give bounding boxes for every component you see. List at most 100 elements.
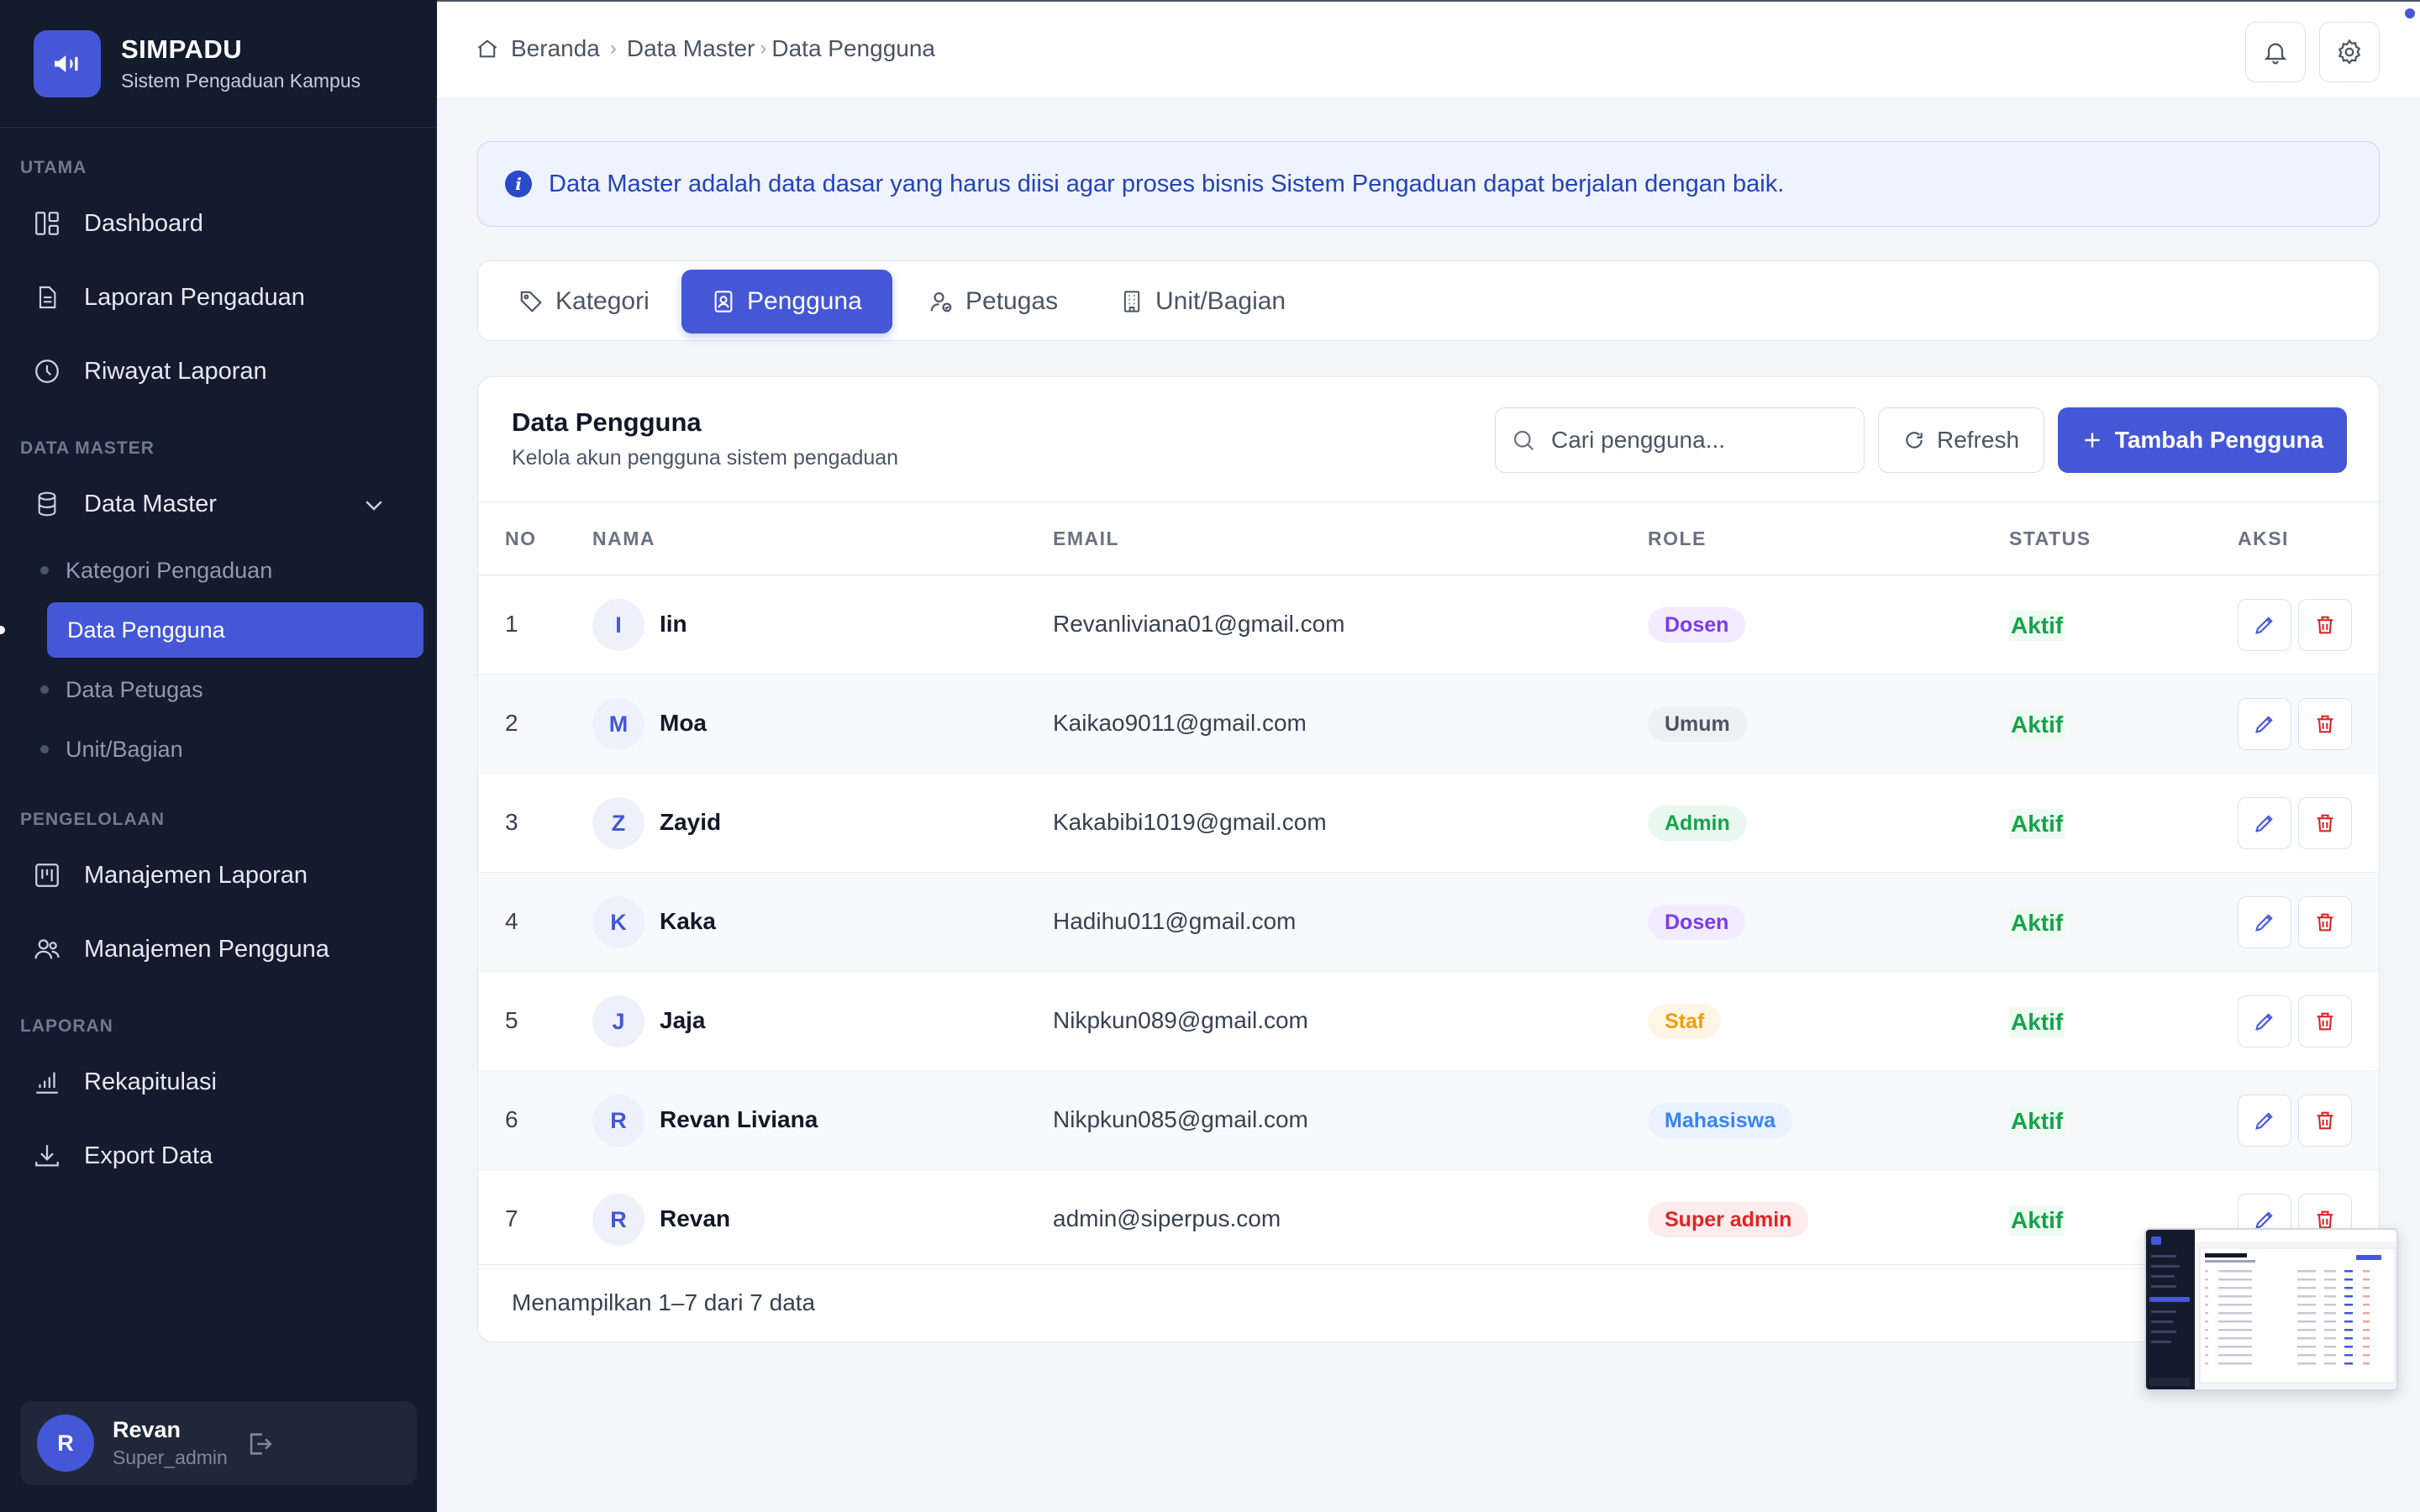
sidebar-subitem-pengguna[interactable]: Data Pengguna [0,602,424,658]
delete-button[interactable] [2298,797,2352,849]
sidebar-item-riwayat-laporan[interactable]: Riwayat Laporan [30,344,417,398]
sidebar-item-manajemen-pengguna[interactable]: Manajemen Pengguna [30,922,417,976]
thumbnail-row-mark [2297,1270,2316,1273]
refresh-button[interactable]: Refresh [1878,407,2044,473]
thumbnail-row-mark [2297,1278,2316,1281]
table-row[interactable]: 2 M Moa Kaikao9011@gmail.com Umum Aktif [478,675,2379,774]
pagination-info: Menampilkan 1–7 dari 7 data [512,1289,816,1315]
sidebar-item-label: Manajemen Laporan [84,861,308,889]
sidebar-item-data-master[interactable]: Data Master [30,477,417,531]
role-badge: Super admin [1648,1202,1809,1237]
section-pengelolaan: PENGELOLAAN [20,810,166,829]
thumbnail-row-mark [2205,1337,2208,1340]
user-name: Revan [660,1205,731,1231]
search-input[interactable] [1551,427,1854,454]
role-badge: Umum [1648,706,1747,742]
table-header: NO NAMA EMAIL ROLE STATUS AKSI [478,501,2379,575]
sidebar-subitem-label: Data Petugas [66,676,203,702]
user-card[interactable]: R Revan Super_admin [20,1401,417,1485]
table-row[interactable]: 5 J Jaja Nikpkun089@gmail.com Staf Aktif [478,972,2379,1071]
thumbnail-row-mark [2324,1329,2336,1331]
search-box[interactable] [1495,407,1865,473]
user-name: Revan [113,1417,182,1442]
delete-button[interactable] [2298,896,2352,948]
user-check-icon [929,289,954,314]
tab-label: Petugas [965,287,1059,315]
edit-button[interactable] [2238,698,2291,750]
tag-icon [518,289,544,314]
delete-button[interactable] [2298,698,2352,750]
table-row[interactable]: 3 Z Zayid Kakabibi1019@gmail.com Admin Aktif [478,774,2379,873]
sidebar-item-export-data[interactable]: Export Data [30,1129,417,1183]
brand[interactable]: SIMPADU Sistem Pengaduan Kampus [0,0,437,128]
pencil-icon [2255,914,2273,932]
sidebar-item-dashboard[interactable]: Dashboard [30,197,417,250]
status-badge: Aktif [2009,908,2065,938]
row-number: 7 [505,1205,518,1231]
table-row[interactable]: 1 I Iin Revanliviana01@gmail.com Dosen Aktif [478,575,2379,675]
thumbnail-row-mark [2205,1270,2208,1273]
sidebar-item-label: Manajemen Pengguna [84,935,329,963]
thumbnail-row-mark [2344,1320,2353,1323]
chevron-down-icon[interactable] [361,492,387,524]
add-user-button[interactable]: Tambah Pengguna [2058,407,2347,473]
kanban-icon [30,858,64,892]
tab-label: Kategori [555,287,650,315]
thumbnail-row-mark [2344,1362,2353,1365]
sidebar-item-manajemen-laporan[interactable]: Manajemen Laporan [30,848,417,902]
delete-button[interactable] [2298,599,2352,651]
tab-pengguna[interactable]: Pengguna [681,270,892,333]
logout-icon[interactable] [245,1430,274,1462]
sidebar-item-rekapitulasi[interactable]: Rekapitulasi [30,1055,417,1109]
role-badge: Mahasiswa [1648,1103,1793,1138]
thumbnail-row-mark [2344,1270,2353,1273]
row-number: 4 [505,908,518,934]
thumbnail-row-mark [2324,1270,2336,1273]
sidebar-subitem-petugas[interactable]: Data Petugas [40,662,424,717]
col-nama: NAMA [592,528,655,549]
user-name: Iin [660,611,687,637]
col-no: NO [505,528,537,549]
user-email: Kaikao9011@gmail.com [1053,710,1307,736]
tab-unit[interactable]: Unit/Bagian [1090,270,1316,333]
table-row[interactable]: 6 R Revan Liviana Nikpkun085@gmail.com Mahas… [478,1071,2379,1170]
delete-button[interactable] [2298,1095,2352,1147]
thumbnail-row-mark [2205,1346,2208,1348]
home-icon[interactable] [476,37,499,60]
screenshot-preview-thumbnail[interactable] [2144,1228,2398,1391]
row-number: 6 [505,1106,518,1132]
breadcrumb-data-master[interactable]: Data Master [627,35,755,62]
edit-button[interactable] [2238,896,2291,948]
user-avatar: M [592,698,644,750]
tab-kategori[interactable]: Kategori [488,270,680,333]
delete-button[interactable] [2298,995,2352,1047]
sidebar-subitem-kategori[interactable]: Kategori Pengaduan [40,543,424,598]
tab-petugas[interactable]: Petugas [898,270,1088,333]
edit-button[interactable] [2238,797,2291,849]
sidebar-subitem-label: Data Pengguna [67,617,225,643]
notification-button[interactable] [2245,22,2306,82]
edit-button[interactable] [2238,995,2291,1047]
table-row[interactable]: 4 K Kaka Hadihu011@gmail.com Dosen Aktif [478,873,2379,972]
sidebar-subitem-label: Unit/Bagian [66,736,183,762]
info-banner: i Data Master adalah data dasar yang har… [477,141,2380,227]
thumbnail-row-mark [2297,1346,2316,1348]
sidebar-subitem-unit[interactable]: Unit/Bagian [40,722,424,777]
user-role: Super_admin [113,1446,228,1468]
row-number: 2 [505,710,518,736]
breadcrumb-home[interactable]: Beranda [511,35,600,62]
bar-chart-icon [30,1065,64,1099]
thumbnail-row-mark [2344,1304,2353,1306]
thumbnail-row-mark [2344,1287,2353,1289]
bullet-dot [40,566,49,575]
thumbnail-row-mark [2205,1295,2208,1298]
sidebar-item-laporan-pengaduan[interactable]: Laporan Pengaduan [30,270,417,324]
settings-button[interactable] [2319,22,2380,82]
breadcrumb-current: Data Pengguna [771,35,935,61]
row-number: 3 [505,809,518,835]
edit-button[interactable] [2238,599,2291,651]
trash-icon [2317,1111,2333,1130]
row-number: 1 [505,611,518,637]
edit-button[interactable] [2238,1095,2291,1147]
table-row[interactable]: 7 R Revan admin@siperpus.com Super admin Akti… [478,1170,2379,1269]
